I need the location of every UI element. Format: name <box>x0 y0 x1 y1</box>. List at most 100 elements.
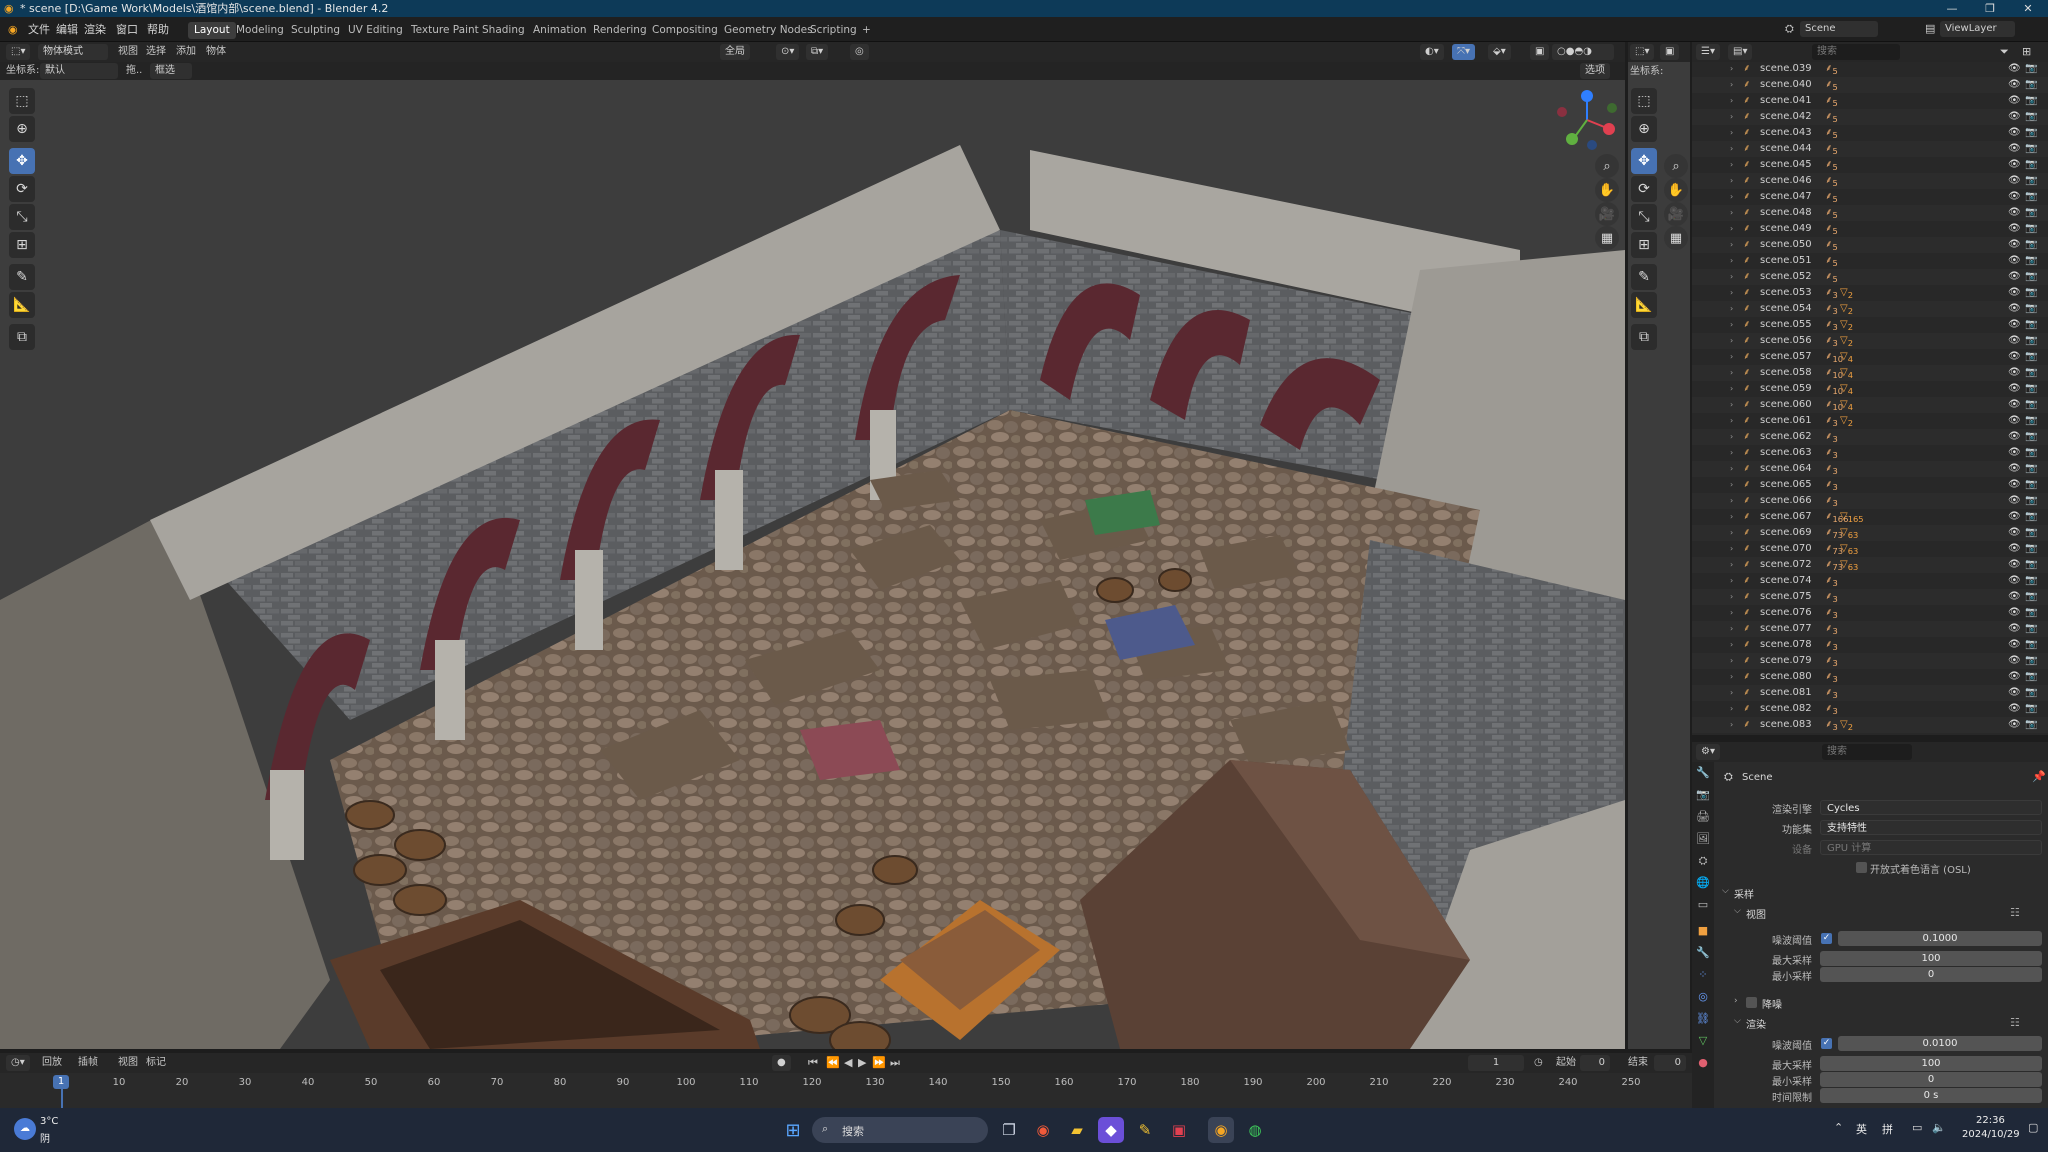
render-camera-icon[interactable]: 📷 <box>2025 541 2037 557</box>
pivot-icon[interactable]: ⊙▾ <box>776 44 800 60</box>
app-red-icon[interactable]: ▣ <box>1166 1117 1192 1143</box>
render-camera-icon[interactable]: 📷 <box>2025 253 2037 269</box>
expand-arrow-icon[interactable]: › <box>1730 621 1733 637</box>
object-name[interactable]: scene.039 <box>1760 62 1812 77</box>
object-name[interactable]: scene.042 <box>1760 109 1812 125</box>
object-name[interactable]: scene.051 <box>1760 253 1812 269</box>
expand-arrow-icon[interactable]: › <box>1730 301 1733 317</box>
scene-selector[interactable]: Scene <box>1800 21 1878 37</box>
object-name[interactable]: scene.069 <box>1760 525 1812 541</box>
outliner-row[interactable]: › ⸙ scene.064 ⸙3 👁 📷 <box>1692 461 2048 477</box>
render-camera-icon[interactable]: 📷 <box>2025 429 2037 445</box>
tab-sculpting[interactable]: Sculpting <box>285 22 346 39</box>
expand-arrow-icon[interactable]: › <box>1730 237 1733 253</box>
expand-arrow-icon[interactable]: › <box>1730 525 1733 541</box>
timeline-ruler[interactable]: 10 20 30 40 50 60 70 80 90 100 110 120 130 140 150 160 1… <box>0 1053 1692 1108</box>
chrome-icon[interactable]: ◉ <box>1030 1117 1056 1143</box>
object-name[interactable]: scene.076 <box>1760 605 1812 621</box>
expand-arrow-icon[interactable]: › <box>1730 541 1733 557</box>
expand-arrow-icon[interactable]: › <box>1730 317 1733 333</box>
expand-arrow-icon[interactable]: › <box>1730 445 1733 461</box>
outliner-search[interactable]: 搜索 <box>1812 44 1900 60</box>
eye-icon[interactable]: 👁 <box>2008 253 2021 269</box>
menu-help[interactable]: 帮助 <box>141 21 175 38</box>
eye-icon[interactable]: 👁 <box>2008 477 2021 493</box>
rotate-tool-icon[interactable]: ⟳ <box>9 176 35 202</box>
outliner-row[interactable]: › ⸙ scene.042 ⸙5 👁 📷 <box>1692 109 2048 125</box>
tab-scripting[interactable]: Scripting <box>804 22 863 39</box>
clock-date[interactable]: 2024/10/29 <box>1962 1129 2020 1140</box>
render-section-header[interactable]: 渲染 <box>1746 1016 1766 1031</box>
outliner-row[interactable]: › ⸙ scene.056 ⸙3 ▽2 👁 📷 <box>1692 333 2048 349</box>
object-name[interactable]: scene.054 <box>1760 301 1812 317</box>
physics-tab-icon[interactable]: ◎ <box>1694 988 1712 1006</box>
outliner-row[interactable]: › ⸙ scene.084 ⸙3 👁 📷 <box>1692 733 2048 735</box>
render-camera-icon[interactable]: 📷 <box>2025 333 2037 349</box>
render-camera-icon[interactable]: 📷 <box>2025 525 2037 541</box>
outliner-row[interactable]: › ⸙ scene.047 ⸙5 👁 📷 <box>1692 189 2048 205</box>
select-box-tool-icon[interactable]: ⬚ <box>9 88 35 114</box>
eye-icon[interactable]: 👁 <box>2008 653 2021 669</box>
playhead-label[interactable]: 1 <box>53 1075 69 1089</box>
outliner-row[interactable]: › ⸙ scene.059 ⸙10 ▽4 👁 📷 <box>1692 381 2048 397</box>
render-camera-icon[interactable]: 📷 <box>2025 349 2037 365</box>
eye-icon[interactable]: 👁 <box>2008 125 2021 141</box>
object-name[interactable]: scene.060 <box>1760 397 1812 413</box>
transform-tool-icon[interactable]: ⊞ <box>9 232 35 258</box>
render-camera-icon[interactable]: 📷 <box>2025 717 2037 733</box>
expand-arrow-icon[interactable]: › <box>1730 285 1733 301</box>
properties-search[interactable]: 搜索 <box>1822 744 1912 760</box>
outliner-editor-icon[interactable]: ☰▾ <box>1696 44 1720 60</box>
render-max-samples-field[interactable]: 100 <box>1820 1056 2042 1071</box>
new-collection-icon[interactable]: ⊞ <box>2022 45 2031 58</box>
move-tool-icon[interactable]: ✥ <box>9 148 35 174</box>
expand-arrow-icon[interactable]: › <box>1730 733 1733 735</box>
expand-arrow-icon[interactable]: › <box>1730 349 1733 365</box>
wechat-icon[interactable]: ◍ <box>1242 1117 1268 1143</box>
object-name[interactable]: scene.066 <box>1760 493 1812 509</box>
object-name[interactable]: scene.045 <box>1760 157 1812 173</box>
file-explorer-icon[interactable]: ▰ <box>1064 1117 1090 1143</box>
object-name[interactable]: scene.041 <box>1760 93 1812 109</box>
outliner-row[interactable]: › ⸙ scene.077 ⸙3 👁 📷 <box>1692 621 2048 637</box>
object-name[interactable]: scene.052 <box>1760 269 1812 285</box>
eye-icon[interactable]: 👁 <box>2008 733 2021 735</box>
view-layer-tab-icon[interactable]: 🖼 <box>1694 830 1712 848</box>
object-name[interactable]: scene.043 <box>1760 125 1812 141</box>
perspective-grid-icon-2[interactable]: ▦ <box>1664 226 1688 250</box>
expand-arrow-icon[interactable]: › <box>1730 333 1733 349</box>
outliner-row[interactable]: › ⸙ scene.055 ⸙3 ▽2 👁 📷 <box>1692 317 2048 333</box>
expand-arrow-icon[interactable]: › <box>1730 93 1733 109</box>
properties-editor-icon[interactable]: ⚙▾ <box>1696 744 1720 760</box>
menu-add[interactable]: 添加 <box>176 44 196 60</box>
render-preset-list-icon[interactable]: ☷ <box>2010 1016 2020 1029</box>
tab-layout[interactable]: Layout <box>188 22 236 39</box>
scale-tool-icon-2[interactable]: ⤡ <box>1631 204 1657 230</box>
cursor-tool-icon-2[interactable]: ⊕ <box>1631 116 1657 142</box>
move-tool-icon-2[interactable]: ✥ <box>1631 148 1657 174</box>
render-camera-icon[interactable]: 📷 <box>2025 413 2037 429</box>
display-mode-icon[interactable]: ▤▾ <box>1728 44 1753 60</box>
eye-icon[interactable]: 👁 <box>2008 62 2021 77</box>
render-camera-icon[interactable]: 📷 <box>2025 285 2037 301</box>
clock-time[interactable]: 22:36 <box>1976 1115 2005 1126</box>
eye-icon[interactable]: 👁 <box>2008 93 2021 109</box>
object-name[interactable]: scene.059 <box>1760 381 1812 397</box>
task-view-icon[interactable]: ❐ <box>996 1117 1022 1143</box>
menu-object[interactable]: 物体 <box>206 44 226 60</box>
camera-view-icon[interactable]: 🎥 <box>1595 202 1619 226</box>
tab-compositing[interactable]: Compositing <box>646 22 724 39</box>
overlay-icon[interactable]: ⬙▾ <box>1488 44 1511 60</box>
secondary-viewport[interactable]: ⬚▾ ▣ 坐标系: ⬚ ⊕ ✥ ⟳ ⤡ ⊞ ✎ 📐 ⧉ ⌕ ✋ 🎥 ▦ <box>1628 42 1690 1049</box>
ime-lang-2[interactable]: 拼 <box>1882 1121 1893 1137</box>
time-limit-field[interactable]: 0 s <box>1820 1088 2042 1103</box>
eye-icon[interactable]: 👁 <box>2008 205 2021 221</box>
outliner-row[interactable]: › ⸙ scene.069 ⸙73 ▽63 👁 📷 <box>1692 525 2048 541</box>
outliner-row[interactable]: › ⸙ scene.074 ⸙3 👁 📷 <box>1692 573 2048 589</box>
outliner-row[interactable]: › ⸙ scene.065 ⸙3 👁 📷 <box>1692 477 2048 493</box>
expand-arrow-icon[interactable]: › <box>1730 573 1733 589</box>
render-camera-icon[interactable]: 📷 <box>2025 621 2037 637</box>
proportional-icon[interactable]: ◎ <box>850 44 869 60</box>
eye-icon[interactable]: 👁 <box>2008 685 2021 701</box>
eye-icon[interactable]: 👁 <box>2008 461 2021 477</box>
